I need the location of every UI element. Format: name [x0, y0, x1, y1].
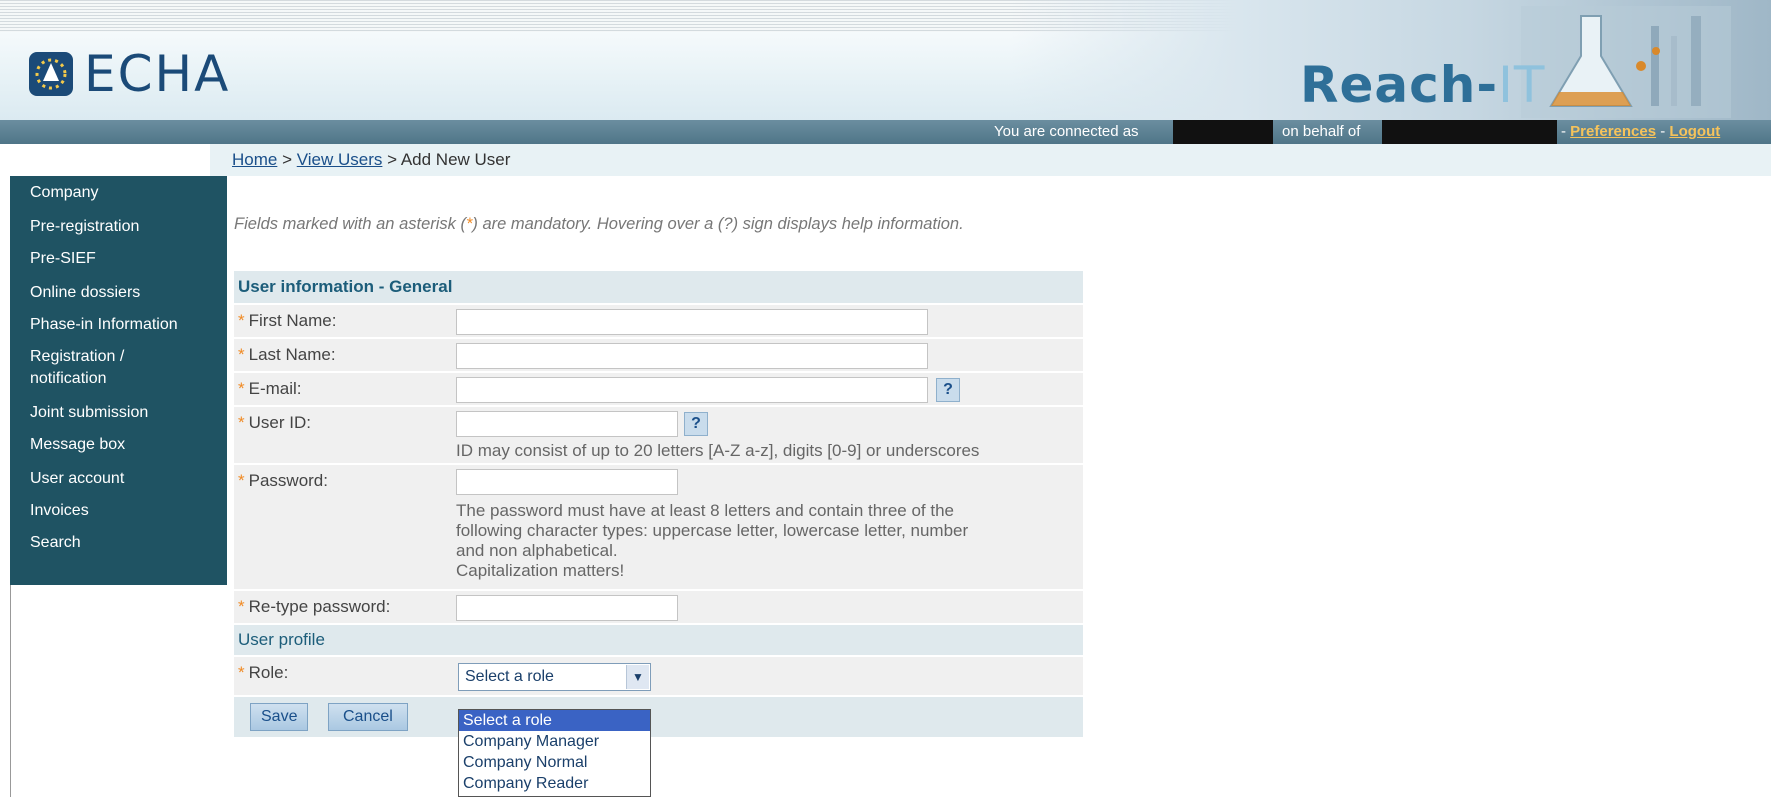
section-title-profile: User profile — [234, 623, 1083, 655]
sidebar-item-pre-sief[interactable]: Pre-SIEF — [10, 242, 227, 274]
first-name-label: * First Name: — [238, 311, 336, 331]
user-id-input[interactable] — [456, 411, 678, 437]
retype-password-label: * Re-type password: — [238, 597, 390, 617]
reach-text-main: Reach- — [1300, 56, 1499, 114]
email-label: * E-mail: — [238, 379, 302, 399]
role-option-company-reader[interactable]: Company Reader — [459, 773, 650, 794]
retype-password-input[interactable] — [456, 595, 678, 621]
first-name-label-text: First Name: — [248, 311, 337, 330]
last-name-input[interactable] — [456, 343, 928, 369]
password-hint-line2: following character types: uppercase let… — [456, 521, 969, 540]
last-name-label-text: Last Name: — [248, 345, 336, 364]
retype-password-row: * Re-type password: — [234, 589, 1083, 623]
role-label-text: Role: — [248, 663, 289, 682]
password-hint-line3: and non alphabetical. — [456, 541, 618, 560]
sidebar-item-online-dossiers[interactable]: Online dossiers — [10, 274, 227, 308]
email-field[interactable] — [456, 377, 928, 403]
breadcrumb-separator: > — [277, 150, 297, 169]
retype-password-label-text: Re-type password: — [248, 597, 391, 616]
required-asterisk: * — [238, 663, 245, 682]
breadcrumb-view-users-link[interactable]: View Users — [297, 150, 383, 169]
required-asterisk: * — [238, 379, 245, 398]
reach-it-logo: Reach-IT — [1300, 56, 1545, 114]
breadcrumb-separator: > — [382, 150, 401, 169]
user-id-label-text: User ID: — [248, 413, 311, 432]
first-name-input[interactable] — [456, 309, 928, 335]
role-option-select-a-role[interactable]: Select a role — [459, 710, 650, 731]
sidebar-item-invoices[interactable]: Invoices — [10, 494, 227, 526]
left-border-line — [10, 585, 11, 797]
reach-text-it: IT — [1498, 56, 1546, 114]
chevron-down-icon[interactable]: ▼ — [626, 665, 649, 689]
role-option-company-normal[interactable]: Company Normal — [459, 752, 650, 773]
sidebar-item-user-account[interactable]: User account — [10, 460, 227, 494]
on-behalf-label: on behalf of — [1282, 123, 1361, 140]
echa-logo[interactable]: ECHA — [28, 48, 230, 100]
required-asterisk: * — [238, 471, 245, 490]
sidebar-item-company[interactable]: Company — [10, 176, 227, 208]
role-dropdown-list: Select a role Company Manager Company No… — [458, 709, 651, 797]
email-label-text: E-mail: — [248, 379, 302, 398]
mandatory-fields-note: Fields marked with an asterisk (*) are m… — [234, 215, 964, 234]
user-id-hint: ID may consist of up to 20 letters [A-Z … — [456, 441, 980, 460]
role-select-value: Select a role — [465, 668, 554, 685]
section-title-general: User information - General — [234, 271, 1083, 303]
breadcrumb: Home > View Users > Add New User — [210, 144, 1771, 176]
user-id-help-icon[interactable]: ? — [684, 412, 708, 436]
password-hint-line4: Capitalization matters! — [456, 561, 625, 580]
password-label: * Password: — [238, 471, 328, 491]
required-asterisk: * — [238, 597, 245, 616]
last-name-row: * Last Name: — [234, 337, 1083, 371]
logo-text: ECHA — [84, 45, 231, 103]
role-label: * Role: — [238, 663, 288, 683]
note-text-before: Fields marked with an asterisk ( — [234, 215, 466, 233]
connected-as-label: You are connected as — [994, 123, 1139, 140]
eu-stars-icon — [29, 52, 73, 96]
header-banner: ECHA Reach-IT — [0, 0, 1771, 120]
logout-link[interactable]: Logout — [1669, 123, 1720, 140]
password-hint-line1: The password must have at least 8 letter… — [456, 501, 955, 520]
cancel-button[interactable]: Cancel — [328, 703, 408, 731]
user-id-row: * User ID: ? ID may consist of up to 20 l… — [234, 405, 1083, 463]
required-asterisk: * — [238, 345, 245, 364]
required-asterisk: * — [238, 311, 245, 330]
separator: - — [1561, 123, 1571, 140]
first-name-row: * First Name: — [234, 303, 1083, 337]
password-input[interactable] — [456, 469, 678, 495]
password-label-text: Password: — [248, 471, 328, 490]
required-asterisk: * — [238, 413, 245, 432]
separator: - — [1656, 123, 1670, 140]
sidebar-item-registration-notification[interactable]: Registration / notification — [10, 340, 178, 394]
sidebar-item-message-box[interactable]: Message box — [10, 428, 227, 460]
user-id-label: * User ID: — [238, 413, 311, 433]
last-name-label: * Last Name: — [238, 345, 336, 365]
preferences-link[interactable]: Preferences — [1570, 123, 1656, 140]
form-actions-row: Save Cancel — [234, 695, 1083, 737]
email-row: * E-mail: ? — [234, 371, 1083, 405]
breadcrumb-current: Add New User — [400, 150, 511, 169]
sidebar-item-search[interactable]: Search — [10, 526, 227, 558]
role-select[interactable]: Select a role ▼ — [458, 663, 651, 691]
role-row: * Role: Select a role ▼ — [234, 655, 1083, 695]
role-option-company-manager[interactable]: Company Manager — [459, 731, 650, 752]
note-text-after: ) are mandatory. Hovering over a (?) sig… — [472, 215, 964, 233]
save-button[interactable]: Save — [250, 703, 309, 731]
status-bar: You are connected as on behalf of - Pref… — [0, 120, 1771, 148]
sidebar-item-pre-registration[interactable]: Pre-registration — [10, 208, 227, 242]
sidebar-item-phase-in-information[interactable]: Phase-in Information — [10, 308, 227, 340]
lab-flask-icon — [1521, 6, 1731, 118]
sidebar-item-joint-submission[interactable]: Joint submission — [10, 394, 227, 428]
sidebar-nav: Company Pre-registration Pre-SIEF Online… — [10, 176, 227, 585]
email-help-icon[interactable]: ? — [936, 378, 960, 402]
password-row: * Password: The password must have at lea… — [234, 463, 1083, 589]
add-user-form: User information - General * First Name: … — [234, 271, 1083, 737]
breadcrumb-home-link[interactable]: Home — [232, 150, 277, 169]
